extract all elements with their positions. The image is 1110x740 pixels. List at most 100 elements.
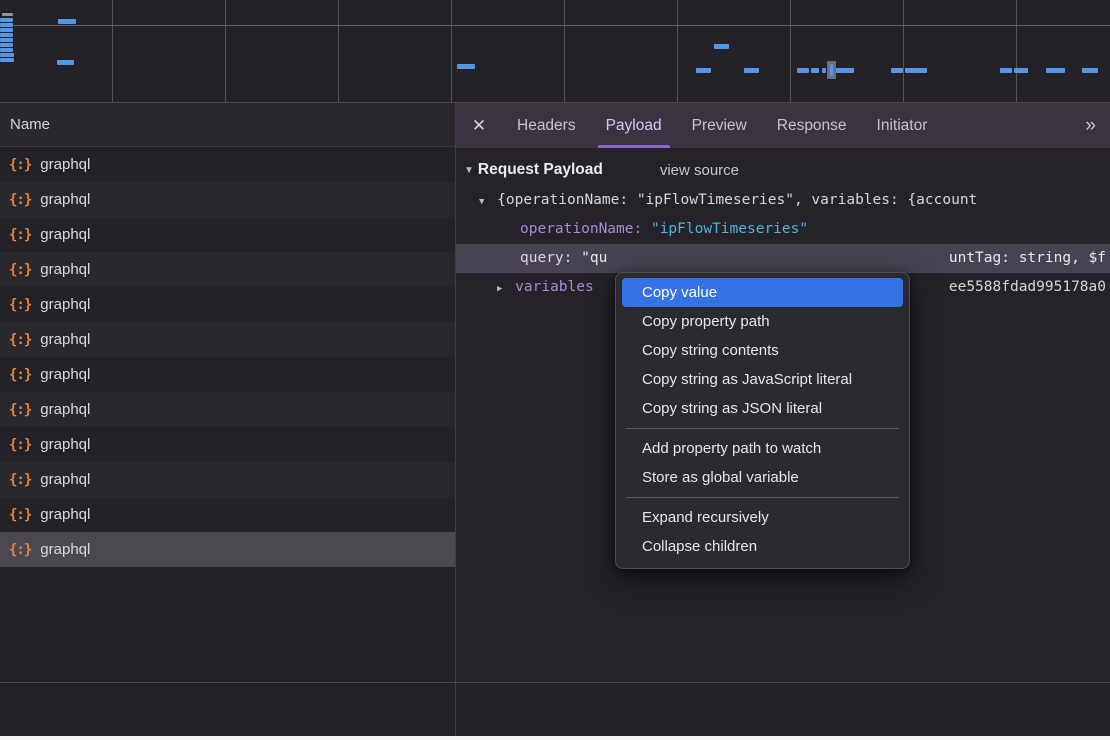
request-timing-bar xyxy=(0,43,13,47)
request-row-graphql[interactable]: {:}graphql xyxy=(0,357,455,392)
json-braces-icon: {:} xyxy=(9,472,31,488)
timeline-gridline xyxy=(677,0,678,103)
context-menu-item-copy-string-contents[interactable]: Copy string contents xyxy=(616,336,909,365)
timeline-gridline xyxy=(225,0,226,103)
request-timing-bar xyxy=(0,48,13,52)
request-name-label: graphql xyxy=(40,366,90,383)
request-row-graphql[interactable]: {:} graphql xyxy=(0,147,455,182)
request-payload-title: Request Payload xyxy=(478,161,603,179)
expand-triangle-icon[interactable]: ▶ xyxy=(497,284,502,294)
request-timing-bar xyxy=(57,60,74,65)
request-timing-bar xyxy=(0,38,13,42)
collapse-triangle-icon[interactable]: ▼ xyxy=(464,165,474,176)
request-name-label: graphql xyxy=(40,471,90,488)
tab-overflow-chevrons-icon[interactable]: » xyxy=(1085,115,1096,137)
request-timing-bar xyxy=(714,44,729,49)
request-timing-bar xyxy=(811,68,819,73)
context-menu-item-collapse-children[interactable]: Collapse children xyxy=(616,532,909,561)
json-braces-icon: {:} xyxy=(9,542,31,558)
panel-split-divider[interactable] xyxy=(455,103,456,736)
timeline-gridline xyxy=(338,0,339,103)
property-key: variables xyxy=(515,279,594,295)
context-menu-separator xyxy=(626,497,899,498)
request-payload-section-header[interactable]: ▼ Request Payload view source xyxy=(456,148,1110,186)
property-key: operationName xyxy=(520,221,634,237)
request-timing-bar xyxy=(0,28,13,32)
request-name-label: graphql xyxy=(40,191,90,208)
request-timing-bar xyxy=(0,53,14,57)
request-row-graphql[interactable]: {:} graphql xyxy=(0,497,455,532)
context-menu-item-copy-value[interactable]: Copy value xyxy=(622,278,903,307)
json-braces-icon: {:} xyxy=(9,507,31,523)
context-menu-item-copy-string-as-javascript-literal[interactable]: Copy string as JavaScript literal xyxy=(616,365,909,394)
timeline-gridline xyxy=(451,0,452,103)
timeline-gridline xyxy=(112,0,113,103)
context-menu-item-store-as-global-variable[interactable]: Store as global variable xyxy=(616,463,909,492)
json-braces-icon: {:} xyxy=(9,157,31,173)
request-row-graphql[interactable]: {:} graphql xyxy=(0,462,455,497)
timeline-hairline xyxy=(0,25,1110,26)
request-timing-bar xyxy=(2,13,13,16)
request-row-graphql[interactable]: {:}graphql xyxy=(0,322,455,357)
request-name-label: graphql xyxy=(40,261,90,278)
close-icon[interactable]: ✕ xyxy=(456,116,502,136)
request-list: {:} graphql {:} graphql {:} graphql {:} graphql… xyxy=(0,147,455,567)
request-list-panel: Name {:}graphql{:}graphql{:}graphql{:}gr… xyxy=(0,103,455,682)
request-timing-bar xyxy=(0,23,13,27)
request-timing-bar xyxy=(0,58,14,62)
request-name-label: graphql xyxy=(40,156,90,173)
page-background-strip xyxy=(0,736,1110,740)
property-value-truncated-end: ee5588fdad995178a0 xyxy=(949,273,1106,302)
tab-initiator[interactable]: Initiator xyxy=(869,103,936,148)
request-timing-bar xyxy=(457,64,475,69)
context-menu-item-copy-string-as-json-literal[interactable]: Copy string as JSON literal xyxy=(616,394,909,423)
request-row-graphql[interactable]: {:}graphql xyxy=(0,217,455,252)
context-menu-item-add-property-path-to-watch[interactable]: Add property path to watch xyxy=(616,434,909,463)
request-row-graphql[interactable]: {:}graphql xyxy=(0,252,455,287)
property-value-truncated-end: untTag: string, $f xyxy=(949,244,1106,273)
request-timing-bar xyxy=(891,68,903,73)
json-braces-icon: {:} xyxy=(9,227,31,243)
tab-payload[interactable]: Payload xyxy=(598,103,670,148)
request-name-label: graphql xyxy=(40,401,90,418)
request-timing-bar xyxy=(58,19,76,24)
request-row-graphql[interactable]: {:} graphql xyxy=(0,182,455,217)
request-name-label: graphql xyxy=(40,541,90,558)
request-row-graphql[interactable]: {:} graphql xyxy=(0,427,455,462)
tab-preview[interactable]: Preview xyxy=(684,103,755,148)
json-braces-icon: {:} xyxy=(9,402,31,418)
json-braces-icon: {:} xyxy=(9,437,31,453)
request-timing-bar xyxy=(797,68,809,73)
request-timing-bar xyxy=(822,68,826,73)
request-row-graphql[interactable]: {:} graphql xyxy=(0,392,455,427)
json-braces-icon: {:} xyxy=(9,297,31,313)
request-timing-bar xyxy=(1046,68,1065,73)
network-overview-timeline[interactable] xyxy=(0,0,1110,103)
context-menu-separator xyxy=(626,428,899,429)
request-row-graphql[interactable]: {:} graphql xyxy=(0,532,455,567)
request-timing-bar xyxy=(1082,68,1098,73)
request-list-name-column-header[interactable]: Name xyxy=(0,103,455,147)
request-name-label: graphql xyxy=(40,296,90,313)
request-name-label: graphql xyxy=(40,436,90,453)
request-timing-bar xyxy=(1000,68,1012,73)
devtools-window: Name {:}graphql{:}graphql{:}graphql{:}gr… xyxy=(0,0,1110,740)
view-source-link[interactable]: view source xyxy=(660,162,739,179)
property-value: "ipFlowTimeseries" xyxy=(651,221,808,237)
tab-headers[interactable]: Headers xyxy=(509,103,584,148)
request-row-graphql[interactable]: {:} graphql xyxy=(0,287,455,322)
context-menu-item-expand-recursively[interactable]: Expand recursively xyxy=(616,503,909,532)
json-braces-icon: {:} xyxy=(9,332,31,348)
operation-name-row[interactable]: operationName: "ipFlowTimeseries" xyxy=(456,215,1110,244)
query-row-selected[interactable]: query: "qu untTag: string, $f xyxy=(456,244,1110,273)
payload-root-row[interactable]: ▼ {operationName: "ipFlowTimeseries", va… xyxy=(456,186,1110,215)
tab-response[interactable]: Response xyxy=(769,103,855,148)
json-braces-icon: {:} xyxy=(9,192,31,208)
context-menu-item-copy-property-path[interactable]: Copy property path xyxy=(616,307,909,336)
collapse-triangle-icon[interactable]: ▼ xyxy=(479,197,484,207)
request-name-label: graphql xyxy=(40,506,90,523)
timeline-gridline xyxy=(790,0,791,103)
timeline-gridline xyxy=(903,0,904,103)
context-menu: Copy valueCopy property pathCopy string … xyxy=(615,272,910,569)
footer-divider xyxy=(0,682,1110,683)
